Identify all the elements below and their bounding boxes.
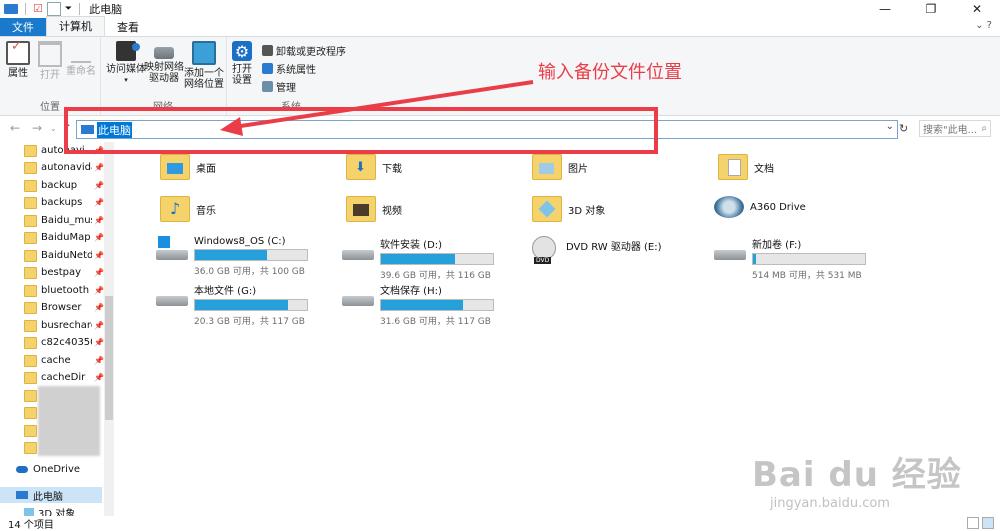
watermark-logo: Bai du 经验 <box>752 455 962 495</box>
watermark-url: jingyan.baidu.com <box>770 496 890 511</box>
baidu-watermark: Bai du 经验 jingyan.baidu.com <box>752 447 962 511</box>
annotation-text: 输入备份文件位置 <box>538 62 682 83</box>
